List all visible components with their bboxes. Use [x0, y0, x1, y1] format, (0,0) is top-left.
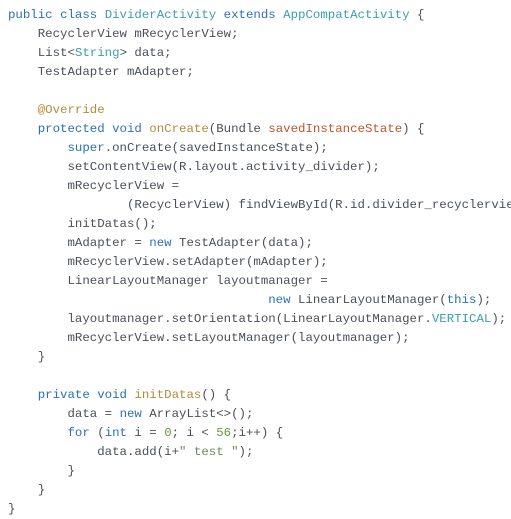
call-setlayoutmanager: mRecyclerView.setLayoutManager(layoutman…: [68, 331, 410, 345]
call-testadapter: TestAdapter(data);: [172, 236, 313, 250]
string-test: " test ": [179, 445, 239, 459]
keyword-void: void: [112, 122, 142, 136]
llm-new-suffix: );: [476, 293, 491, 307]
method-oncreate: onCreate: [149, 122, 209, 136]
keyword-int: int: [105, 426, 127, 440]
llm-new-prefix: LinearLayoutManager(: [291, 293, 447, 307]
brace-close: }: [68, 464, 75, 478]
brace-close: }: [38, 483, 45, 497]
assign-mrecyclerview: mRecyclerView =: [68, 179, 180, 193]
assign-madapter-prefix: mAdapter =: [68, 236, 150, 250]
brace-close: }: [38, 350, 45, 364]
num-0: 0: [164, 426, 171, 440]
for-prefix: (: [90, 426, 105, 440]
annotation-override: @Override: [38, 103, 105, 117]
call-add-suffix: );: [239, 445, 254, 459]
call-findviewbyid: (RecyclerView) findViewById(R.id.divider…: [127, 198, 511, 212]
field-decl: RecyclerView mRecyclerView;: [38, 27, 239, 41]
keyword-new: new: [120, 407, 142, 421]
keyword-new: new: [268, 293, 290, 307]
field-decl: data;: [127, 46, 172, 60]
type-divideractivity: DividerActivity: [105, 8, 217, 22]
paren-brace: () {: [201, 388, 231, 402]
code-block: public class DividerActivity extends App…: [0, 0, 511, 519]
num-56: 56: [216, 426, 231, 440]
lt: <: [68, 46, 75, 60]
keyword-protected: protected: [38, 122, 105, 136]
method-initdatas: initDatas: [134, 388, 201, 402]
brace-close: }: [8, 502, 15, 516]
keyword-this: this: [447, 293, 477, 307]
keyword-private: private: [38, 388, 90, 402]
arraylist-suffix: ArrayList<>();: [142, 407, 254, 421]
call-add-prefix: data.add(i+: [97, 445, 179, 459]
for-inc: ;i++) {: [231, 426, 283, 440]
space: [216, 8, 223, 22]
space: [97, 8, 104, 22]
for-var: i =: [127, 426, 164, 440]
keyword-new: new: [149, 236, 171, 250]
keyword-extends: extends: [224, 8, 276, 22]
keyword-void: void: [97, 388, 127, 402]
call-oncreate: .onCreate(savedInstanceState);: [105, 141, 328, 155]
llm-decl: LinearLayoutManager layoutmanager =: [68, 274, 328, 288]
call-setcontentview: setContentView(R.layout.activity_divider…: [68, 160, 380, 174]
type-bundle: Bundle: [216, 122, 268, 136]
field-decl: List: [38, 46, 68, 60]
keyword-class: class: [60, 8, 97, 22]
call-setadapter: mRecyclerView.setAdapter(mAdapter);: [68, 255, 328, 269]
brace-open: {: [410, 8, 425, 22]
type-appcompatactivity: AppCompatActivity: [283, 8, 409, 22]
space: [53, 8, 60, 22]
param-savedinstancestate: savedInstanceState: [268, 122, 402, 136]
assign-data-prefix: data =: [68, 407, 120, 421]
type-string: String: [75, 46, 120, 60]
call-initdatas: initDatas();: [68, 217, 157, 231]
call-setorientation-prefix: layoutmanager.setOrientation(LinearLayou…: [68, 312, 432, 326]
rparen-brace: ) {: [402, 122, 424, 136]
keyword-super: super: [68, 141, 105, 155]
const-vertical: VERTICAL: [432, 312, 492, 326]
space: [105, 122, 112, 136]
field-decl: TestAdapter mAdapter;: [38, 65, 194, 79]
keyword-for: for: [68, 426, 90, 440]
for-cond: ; i <: [172, 426, 217, 440]
call-setorientation-suffix: );: [491, 312, 506, 326]
keyword-public: public: [8, 8, 53, 22]
gt: >: [120, 46, 127, 60]
